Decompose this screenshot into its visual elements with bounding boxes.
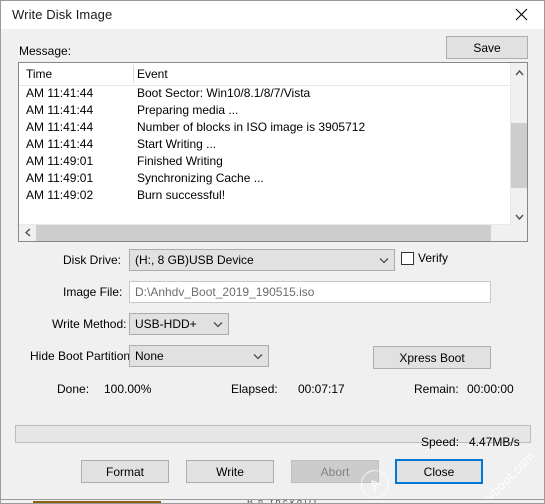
listview-header: Time Event — [19, 63, 510, 86]
scroll-left-button[interactable] — [19, 225, 36, 241]
column-header-event[interactable]: Event — [137, 67, 168, 81]
scroll-down-button[interactable] — [511, 207, 527, 224]
message-label: Message: — [19, 44, 72, 58]
write-disk-image-dialog: Write Disk Image Message: Save Time Even… — [0, 0, 545, 504]
chevron-up-icon — [514, 63, 524, 81]
background-window-sliver: B. h . t b c k d i O — [1, 499, 544, 503]
row-time: AM 11:41:44 — [26, 86, 94, 100]
chevron-down-icon — [514, 207, 524, 225]
write-method-label: Write Method: — [52, 317, 127, 331]
row-time: AM 11:49:02 — [26, 188, 94, 202]
title-bar: Write Disk Image — [1, 1, 544, 30]
abort-button: Abort — [291, 460, 379, 483]
disk-drive-select[interactable]: (H:, 8 GB)USB Device — [129, 249, 395, 271]
speed-label: Speed: — [421, 435, 460, 449]
row-event: Burn successful! — [137, 188, 226, 202]
row-time: AM 11:41:44 — [26, 103, 94, 117]
done-value: 100.00% — [104, 382, 152, 396]
write-button[interactable]: Write — [186, 460, 274, 483]
table-row[interactable]: AM 11:41:44 Number of blocks in ISO imag… — [19, 119, 510, 136]
save-button[interactable]: Save — [446, 36, 528, 59]
window-title: Write Disk Image — [12, 7, 113, 22]
event-log-listview[interactable]: Time Event AM 11:41:44 Boot Sector: Win1… — [18, 62, 528, 242]
chevron-left-icon — [24, 224, 31, 241]
row-time: AM 11:41:44 — [26, 120, 94, 134]
row-event: Preparing media ... — [137, 103, 239, 117]
close-dialog-button[interactable]: Close — [395, 459, 483, 484]
disk-drive-value: (H:, 8 GB)USB Device — [135, 253, 254, 267]
vertical-scrollbar-thumb[interactable] — [511, 123, 527, 188]
background-window-accent — [33, 501, 161, 503]
chevron-down-icon — [213, 314, 223, 334]
row-event: Boot Sector: Win10/8.1/8/7/Vista — [137, 86, 311, 100]
row-event: Start Writing ... — [137, 137, 217, 151]
format-button[interactable]: Format — [81, 460, 169, 483]
image-file-label: Image File: — [63, 285, 123, 299]
verify-checkbox-box[interactable] — [401, 251, 414, 265]
hide-boot-partition-value: None — [135, 349, 164, 363]
elapsed-value: 00:07:17 — [298, 382, 345, 396]
disk-drive-label: Disk Drive: — [63, 253, 122, 267]
table-row[interactable]: AM 11:41:44 Preparing media ... — [19, 102, 510, 119]
chevron-down-icon — [253, 346, 263, 366]
verify-label: Verify — [418, 251, 449, 265]
row-time: AM 11:49:01 — [26, 171, 94, 185]
row-event: Synchronizing Cache ... — [137, 171, 264, 185]
table-row[interactable]: AM 11:49:01 Finished Writing — [19, 153, 510, 170]
verify-checkbox[interactable]: Verify — [401, 251, 448, 265]
vertical-scrollbar[interactable] — [510, 63, 527, 224]
table-row[interactable]: AM 11:41:44 Start Writing ... — [19, 136, 510, 153]
hide-boot-partition-select[interactable]: None — [129, 345, 269, 367]
hide-boot-partition-label: Hide Boot Partition: — [30, 349, 134, 363]
elapsed-label: Elapsed: — [231, 382, 278, 396]
scrollbar-corner — [510, 224, 527, 241]
image-file-input[interactable]: D:\Anhdv_Boot_2019_190515.iso — [129, 281, 491, 303]
table-row[interactable]: AM 11:49:02 Burn successful! — [19, 187, 510, 204]
column-divider[interactable] — [133, 65, 134, 83]
close-icon — [515, 8, 528, 21]
row-time: AM 11:41:44 — [26, 137, 94, 151]
table-row[interactable]: AM 11:49:01 Synchronizing Cache ... — [19, 170, 510, 187]
listview-rows: AM 11:41:44 Boot Sector: Win10/8.1/8/7/V… — [19, 85, 510, 204]
row-time: AM 11:49:01 — [26, 154, 94, 168]
row-event: Number of blocks in ISO image is 3905712 — [137, 120, 366, 134]
horizontal-scrollbar-thumb[interactable] — [36, 225, 491, 241]
xpress-boot-button[interactable]: Xpress Boot — [373, 346, 491, 369]
dialog-body: Message: Save Time Event AM 11:41:44 Boo… — [1, 29, 544, 503]
chevron-down-icon — [379, 250, 389, 270]
row-event: Finished Writing — [137, 154, 223, 168]
write-method-value: USB-HDD+ — [135, 317, 197, 331]
scroll-up-button[interactable] — [511, 63, 527, 80]
write-method-select[interactable]: USB-HDD+ — [129, 313, 229, 335]
remain-value: 00:00:00 — [467, 382, 514, 396]
speed-value: 4.47MB/s — [469, 435, 520, 449]
done-label: Done: — [57, 382, 90, 396]
remain-label: Remain: — [414, 382, 459, 396]
table-row[interactable]: AM 11:41:44 Boot Sector: Win10/8.1/8/7/V… — [19, 85, 510, 102]
column-header-time[interactable]: Time — [26, 67, 52, 81]
close-button[interactable] — [499, 1, 544, 28]
background-window-text: B. h . t b c k d i O — [247, 500, 316, 503]
horizontal-scrollbar[interactable] — [19, 224, 527, 241]
